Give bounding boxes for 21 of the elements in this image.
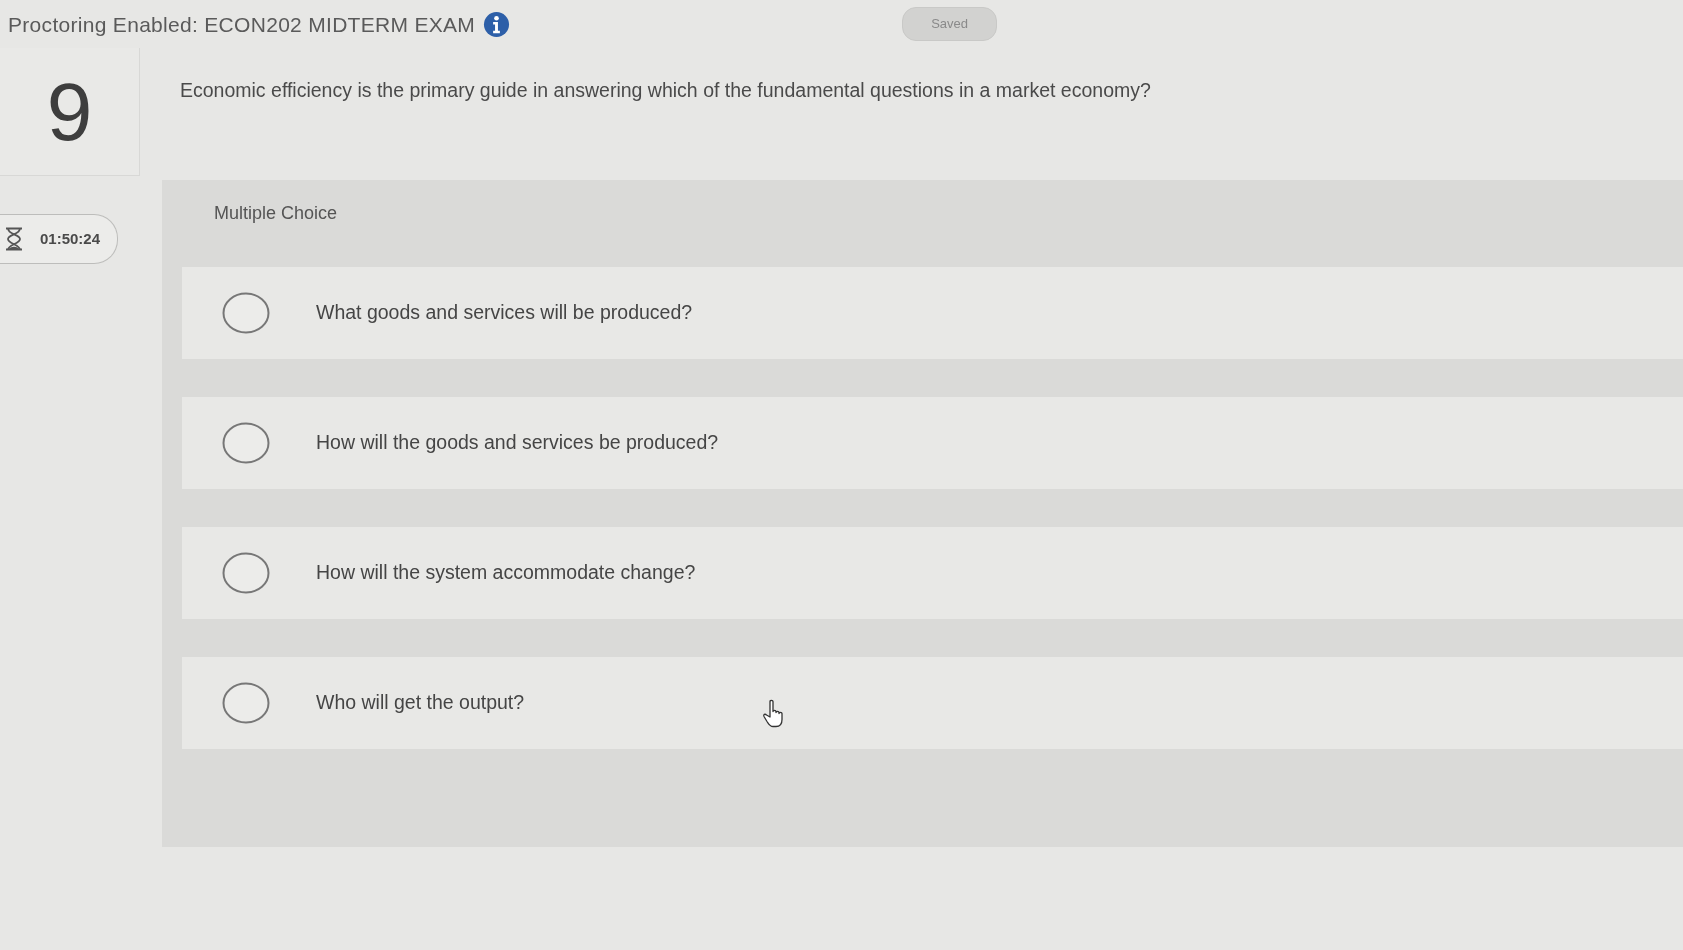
exam-title: Proctoring Enabled: ECON202 MIDTERM EXAM (8, 13, 476, 35)
option-label: How will the system accommodate change? (316, 560, 696, 586)
option-label: How will the goods and services be produced? (316, 430, 719, 456)
info-icon[interactable] (483, 10, 511, 38)
answer-option[interactable]: What goods and services will be produced? (182, 267, 1683, 359)
hourglass-icon (4, 227, 24, 251)
answer-option[interactable]: Who will get the output? (182, 657, 1683, 749)
answer-option[interactable]: How will the system accommodate change? (182, 527, 1683, 619)
radio-button[interactable] (222, 682, 270, 724)
radio-button[interactable] (222, 552, 270, 594)
question-text: Economic efficiency is the primary guide in answering which of the fundamental questions in a market economy? (179, 78, 1152, 103)
question-type-label: Multiple Choice (213, 202, 339, 225)
hand-cursor-icon (762, 699, 786, 729)
option-label: Who will get the output? (316, 690, 525, 716)
radio-button[interactable] (222, 292, 270, 334)
option-label: What goods and services will be produced? (316, 300, 693, 326)
answer-option[interactable]: How will the goods and services be produced? (182, 397, 1683, 489)
saved-status: Saved (902, 7, 998, 41)
question-number: 9 (46, 70, 93, 153)
radio-button[interactable] (222, 422, 270, 464)
timer-text: 01:50:24 (40, 228, 101, 249)
